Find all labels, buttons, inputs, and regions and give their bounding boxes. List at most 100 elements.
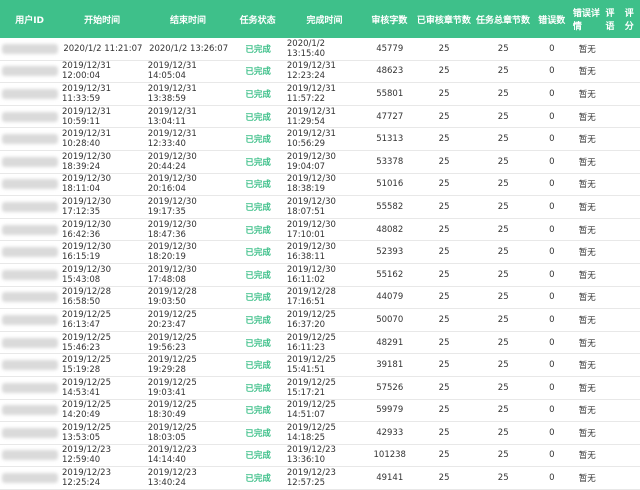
score-cell <box>623 128 640 150</box>
comment-cell <box>604 287 623 309</box>
redacted-user-id <box>2 156 58 167</box>
comment-cell <box>604 264 623 286</box>
status-cell: 已完成 <box>245 383 271 394</box>
start-time-cell: 2019/12/31 10:28:40 <box>62 129 111 150</box>
table-row[interactable]: 2019/12/30 17:12:35 2019/12/30 19:17:35 已完… <box>0 196 640 219</box>
header-user-id[interactable]: 用户ID <box>0 0 59 38</box>
table-row[interactable]: 2019/12/25 16:13:47 2019/12/25 20:23:47 已完… <box>0 309 640 332</box>
table-row[interactable]: 2019/12/31 10:28:40 2019/12/31 12:33:40 已完… <box>0 128 640 151</box>
header-done-time[interactable]: 完成时间 <box>284 0 364 38</box>
header-comment[interactable]: 评语 <box>603 0 622 38</box>
user-id-cell <box>0 422 60 444</box>
redacted-user-id <box>2 337 58 348</box>
word-count-cell: 49141 <box>376 473 404 484</box>
user-id-cell <box>0 241 60 263</box>
reviewed-chapters-cell: 25 <box>438 473 450 484</box>
header-status[interactable]: 任务状态 <box>231 0 284 38</box>
table-row[interactable]: 2019/12/28 16:58:50 2019/12/28 19:03:50 已完… <box>0 287 640 310</box>
error-detail-cell: 暂无 <box>578 135 596 146</box>
end-time-cell: 2019/12/31 14:05:04 <box>147 61 197 82</box>
end-time-cell: 2019/12/25 18:30:49 <box>147 400 197 421</box>
status-cell: 已完成 <box>245 315 271 326</box>
comment-cell <box>604 377 623 399</box>
header-errors[interactable]: 错误数 <box>533 0 571 38</box>
error-detail-cell: 暂无 <box>578 270 596 281</box>
table-row[interactable]: 2019/12/30 18:11:04 2019/12/30 20:16:04 已完… <box>0 174 640 197</box>
error-detail-cell: 暂无 <box>578 293 596 304</box>
total-chapters-cell: 25 <box>497 179 509 190</box>
header-score[interactable]: 评分 <box>623 0 640 38</box>
reviewed-chapters-cell: 25 <box>438 66 450 77</box>
user-id-cell <box>0 264 60 286</box>
table-row[interactable]: 2019/12/31 12:00:04 2019/12/31 14:05:04 已完… <box>0 61 640 84</box>
header-start-time[interactable]: 开始时间 <box>59 0 145 38</box>
table-row[interactable]: 2019/12/23 12:25:24 2019/12/23 13:40:24 已完… <box>0 467 640 490</box>
redacted-user-id <box>2 201 58 212</box>
comment-cell <box>604 422 623 444</box>
reviewed-chapters-cell: 25 <box>438 224 450 235</box>
done-time-cell: 2019/12/31 11:57:22 <box>286 83 336 104</box>
header-total-chapters[interactable]: 任务总章节数 <box>473 0 532 38</box>
table-row[interactable]: 2019/12/30 15:43:08 2019/12/30 17:48:08 已完… <box>0 264 640 287</box>
reviewed-chapters-cell: 25 <box>438 201 450 212</box>
done-time-cell: 2019/12/23 12:57:25 <box>286 468 336 489</box>
table-body: 2020/1/2 11:21:07 2020/1/2 13:26:07 已完成 202… <box>0 38 640 490</box>
end-time-cell: 2019/12/28 19:03:50 <box>147 287 197 308</box>
done-time-cell: 2019/12/25 16:11:23 <box>286 332 336 353</box>
redacted-user-id <box>2 88 58 99</box>
table-row[interactable]: 2019/12/30 18:39:24 2019/12/30 20:44:24 已完… <box>0 151 640 174</box>
table-row[interactable]: 2019/12/30 16:15:19 2019/12/30 18:20:19 已完… <box>0 241 640 264</box>
table-row[interactable]: 2019/12/25 15:46:23 2019/12/25 19:56:23 已完… <box>0 332 640 355</box>
user-id-cell <box>0 467 60 489</box>
reviewed-chapters-cell: 25 <box>438 134 450 145</box>
total-chapters-cell: 25 <box>497 337 509 348</box>
score-cell <box>623 264 640 286</box>
start-time-cell: 2019/12/31 12:00:04 <box>62 61 111 82</box>
error-detail-cell: 暂无 <box>578 67 596 78</box>
word-count-cell: 39181 <box>376 360 404 371</box>
user-id-cell <box>0 287 60 309</box>
redacted-user-id <box>2 292 58 303</box>
table-row[interactable]: 2019/12/31 11:33:59 2019/12/31 13:38:59 已完… <box>0 83 640 106</box>
start-time-cell: 2019/12/25 13:53:05 <box>62 422 111 443</box>
comment-cell <box>604 174 623 196</box>
score-cell <box>623 219 640 241</box>
total-chapters-cell: 25 <box>497 156 509 167</box>
header-word-count[interactable]: 审核字数 <box>365 0 415 38</box>
table-row[interactable]: 2020/1/2 11:21:07 2020/1/2 13:26:07 已完成 202… <box>0 38 640 61</box>
status-cell: 已完成 <box>245 293 271 304</box>
table-row[interactable]: 2019/12/25 14:53:41 2019/12/25 19:03:41 已完… <box>0 377 640 400</box>
comment-cell <box>604 196 623 218</box>
error-detail-cell: 暂无 <box>578 338 596 349</box>
reviewed-chapters-cell: 25 <box>438 405 450 416</box>
error-detail-cell: 暂无 <box>578 225 596 236</box>
user-id-cell <box>0 106 60 128</box>
status-cell: 已完成 <box>245 474 271 485</box>
table-row[interactable]: 2019/12/23 12:59:40 2019/12/23 14:14:40 已完… <box>0 445 640 468</box>
total-chapters-cell: 25 <box>497 292 509 303</box>
user-id-cell <box>0 174 60 196</box>
total-chapters-cell: 25 <box>497 224 509 235</box>
total-chapters-cell: 25 <box>497 88 509 99</box>
table-row[interactable]: 2019/12/30 16:42:36 2019/12/30 18:47:36 已完… <box>0 219 640 242</box>
table-row[interactable]: 2019/12/25 13:53:05 2019/12/25 18:03:05 已完… <box>0 422 640 445</box>
table-row[interactable]: 2019/12/25 15:19:28 2019/12/25 19:29:28 已完… <box>0 354 640 377</box>
task-table: 用户ID 开始时间 结束时间 任务状态 完成时间 审核字数 已审核章节数 任务总… <box>0 0 640 490</box>
done-time-cell: 2019/12/25 15:41:51 <box>286 355 336 376</box>
redacted-user-id <box>2 179 58 190</box>
table-row[interactable]: 2019/12/25 14:20:49 2019/12/25 18:30:49 已完… <box>0 400 640 423</box>
errors-cell: 0 <box>549 224 555 235</box>
header-reviewed-chapters[interactable]: 已审核章节数 <box>414 0 473 38</box>
user-id-cell <box>0 400 60 422</box>
word-count-cell: 48082 <box>376 224 404 235</box>
word-count-cell: 42933 <box>376 427 404 438</box>
status-cell: 已完成 <box>245 451 271 462</box>
done-time-cell: 2019/12/30 19:04:07 <box>286 151 336 172</box>
reviewed-chapters-cell: 25 <box>438 247 450 258</box>
table-row[interactable]: 2019/12/31 10:59:11 2019/12/31 13:04:11 已完… <box>0 106 640 129</box>
status-cell: 已完成 <box>245 157 271 168</box>
errors-cell: 0 <box>549 179 555 190</box>
word-count-cell: 45779 <box>376 43 404 54</box>
header-error-detail[interactable]: 错误详情 <box>571 0 604 38</box>
header-end-time[interactable]: 结束时间 <box>145 0 231 38</box>
